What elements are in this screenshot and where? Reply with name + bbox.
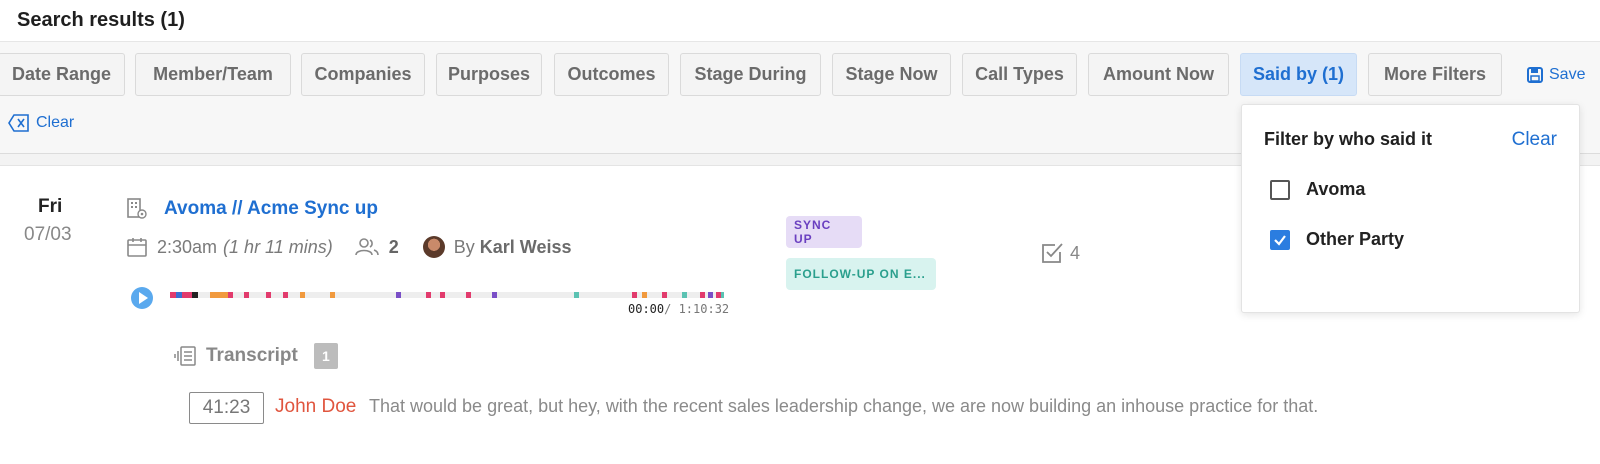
filter-chip-companies[interactable]: Companies <box>301 53 425 96</box>
tag-follow-up[interactable]: FOLLOW-UP ON E... <box>786 258 936 290</box>
timeline-segment <box>721 292 724 298</box>
option-other-party[interactable]: Other Party <box>1270 229 1404 250</box>
clear-backspace-icon <box>8 114 29 132</box>
timeline-segment <box>700 292 705 298</box>
clear-label: Clear <box>36 114 75 131</box>
checkbox-tasks-icon <box>1042 243 1063 263</box>
transcript-icon <box>174 346 196 366</box>
timeline-segment <box>244 292 249 298</box>
check-icon <box>1274 234 1286 246</box>
filter-chip-amount-now[interactable]: Amount Now <box>1088 53 1229 96</box>
checkbox-checked[interactable] <box>1270 229 1290 250</box>
meeting-day: Fri <box>38 196 63 217</box>
tasks-count[interactable]: 4 <box>1040 241 1080 265</box>
avatar <box>422 236 445 258</box>
timeline-segment <box>492 292 497 298</box>
filter-chip-call-types[interactable]: Call Types <box>962 53 1077 96</box>
attendee-count: 2 <box>388 236 399 257</box>
save-label: Save <box>1549 66 1586 83</box>
option-label: Other Party <box>1306 229 1405 249</box>
meeting-owner: Karl Weiss <box>479 236 572 257</box>
calendar-icon <box>127 238 147 257</box>
playback-time: 00:00/ 1:10:32 <box>628 302 729 316</box>
checkbox-unchecked[interactable] <box>1270 179 1290 200</box>
filter-chip-member-team[interactable]: Member/Team <box>135 53 291 96</box>
play-button[interactable] <box>131 287 153 309</box>
transcript-timestamp[interactable]: 41:23 <box>189 392 264 424</box>
timeline-segment <box>182 292 192 298</box>
by-label: By <box>453 236 475 257</box>
timeline-segment <box>708 292 713 298</box>
meeting-date: 07/03 <box>24 224 72 245</box>
people-icon <box>354 238 379 256</box>
filter-chip-purposes[interactable]: Purposes <box>436 53 542 96</box>
meeting-time: 2:30am <box>157 236 218 257</box>
timeline-segment <box>440 292 445 298</box>
transcript-text: That would be great, but hey, with the r… <box>369 396 1319 416</box>
timeline-segment <box>426 292 431 298</box>
timeline-segment <box>330 292 335 298</box>
transcript-label: Transcript <box>206 345 298 366</box>
attendees[interactable]: 2 <box>354 236 399 258</box>
popover-clear-button[interactable]: Clear <box>1512 129 1557 151</box>
tasks-count-value: 4 <box>1070 242 1081 263</box>
transcript-count-badge: 1 <box>313 343 338 369</box>
timeline-segment <box>300 292 305 298</box>
timeline-segment <box>682 292 687 298</box>
timeline-segment <box>574 292 579 298</box>
timeline-segment <box>642 292 647 298</box>
timeline-segment <box>283 292 288 298</box>
clear-filters-button[interactable]: Clear <box>8 114 74 132</box>
tag-sync-up[interactable]: SYNC UP <box>786 216 862 248</box>
timeline-segment <box>632 292 637 298</box>
floppy-disk-icon <box>1527 67 1543 83</box>
meeting-title-link[interactable]: Avoma // Acme Sync up <box>164 198 378 220</box>
total-time: / 1:10:32 <box>664 302 730 316</box>
said-by-filter-popover: Filter by who said it Clear Avoma Other … <box>1241 104 1580 313</box>
meeting-meta: 2:30am (1 hr 11 mins) 2 By Karl Weiss <box>127 234 572 260</box>
meeting-duration: (1 hr 11 mins) <box>223 236 333 257</box>
timeline-segment <box>662 292 667 298</box>
results-header: Search results (1) <box>0 0 1600 42</box>
filter-chip-stage-now[interactable]: Stage Now <box>832 53 951 96</box>
meeting-building-icon <box>127 198 147 219</box>
filter-chip-stage-during[interactable]: Stage During <box>680 53 821 96</box>
timeline-segment <box>228 292 233 298</box>
speaker-name: John Doe <box>275 396 357 417</box>
timeline-segment <box>266 292 271 298</box>
current-time: 00:00 <box>628 302 665 316</box>
timeline-segment <box>396 292 401 298</box>
save-filters-button[interactable]: Save <box>1527 66 1585 84</box>
timeline-segment <box>466 292 471 298</box>
playback-timeline[interactable] <box>170 292 724 298</box>
filter-chip-said-by[interactable]: Said by (1) <box>1240 53 1357 96</box>
timeline-segment <box>192 292 198 298</box>
filter-chip-more-filters[interactable]: More Filters <box>1368 53 1502 96</box>
option-avoma[interactable]: Avoma <box>1270 179 1365 200</box>
filter-chip-date-range[interactable]: Date Range <box>0 53 125 96</box>
option-label: Avoma <box>1306 179 1366 199</box>
page-title: Search results (1) <box>17 9 185 31</box>
popover-title: Filter by who said it <box>1264 129 1433 149</box>
transcript-section-header: Transcript 1 <box>174 343 338 369</box>
filter-chip-outcomes[interactable]: Outcomes <box>554 53 669 96</box>
